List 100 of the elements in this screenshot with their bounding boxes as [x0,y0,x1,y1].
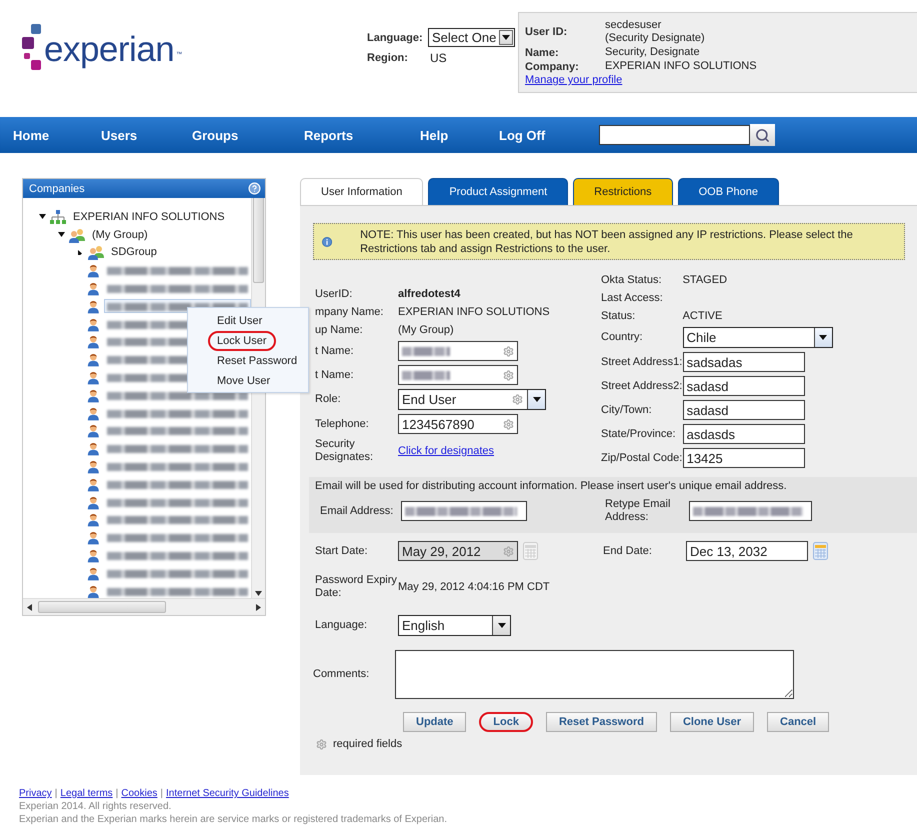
tree-item[interactable]: SDGroup [108,244,160,260]
tab[interactable]: User Information [300,178,424,205]
action-button[interactable]: Update [403,712,466,732]
field-label: Comments: [313,668,370,681]
user-icon [86,422,102,438]
tab[interactable]: OOB Phone [678,178,779,205]
profile-value: secdesuser [605,19,662,32]
menu-item[interactable]: Edit User [208,311,272,331]
scroll-thumb[interactable] [38,601,166,613]
nav-link[interactable]: Groups [192,128,304,142]
field-label: Street Address1: [601,356,683,368]
footer-link[interactable]: Privacy [19,788,52,799]
scroll-left-icon[interactable] [27,604,32,610]
action-button[interactable]: Lock [479,712,533,732]
field-value: STAGED [682,274,728,286]
language-select[interactable]: Select One [428,28,515,47]
language-label: Language: [367,32,424,44]
text-input[interactable]: asdasds [682,424,805,444]
calendar-icon[interactable] [813,542,828,560]
text-input[interactable] [398,341,518,361]
text-input[interactable]: sadasd [682,376,805,396]
field-value: (My Group) [398,324,454,336]
select-field[interactable]: Chile [682,327,833,348]
footer-text: Experian 2014. All rights reserved. [19,801,172,812]
field-label: Okta Status: [601,274,663,286]
email-note: Email will be used for distributing account information. Please insert user's unique email address. [315,480,788,492]
region-value: US [429,51,448,65]
field-label: Role: [315,393,342,406]
caret-icon [532,397,540,402]
tree-item[interactable]: (My Group) [89,226,151,243]
footer-link[interactable]: Cookies [121,788,158,799]
caret-icon [502,35,510,40]
email-input[interactable] [689,501,812,521]
email-input[interactable] [401,501,527,521]
expand-toggle-icon[interactable] [58,232,65,238]
footer-link[interactable]: Internet Security Guidelines [166,788,289,799]
menu-item[interactable]: Move User [208,371,280,391]
redacted-text [402,346,450,356]
nav-link[interactable]: Log Off [499,128,599,142]
field-value: EXPERIAN INFO SOLUTIONS [398,306,550,318]
text-input[interactable] [398,365,518,385]
logo-mark-icon [22,24,42,70]
footer-text: Experian and the Experian marks herein are service marks or registered trademarks of Experian. [19,814,448,825]
help-icon[interactable] [248,182,261,195]
field-label: t Name: [315,344,355,358]
date-input[interactable]: Dec 13, 2032 [686,541,808,561]
logo-text: experian [44,30,174,70]
select-field[interactable]: End User [398,389,546,410]
nav-link[interactable]: Help [420,128,499,142]
action-button[interactable]: Cancel [767,712,830,732]
expand-toggle-icon[interactable] [77,250,84,255]
action-button[interactable]: Reset Password [546,712,657,732]
footer-link[interactable]: Legal terms [60,788,113,799]
comments-field[interactable] [395,650,794,699]
separator: | [160,788,164,799]
field-value: May 29, 2012 4:04:16 PM CDT [398,581,550,593]
search-button[interactable] [750,124,775,146]
user-icon [86,280,102,296]
field-label: Last Access: [601,292,664,304]
language-select[interactable]: English [398,615,511,636]
tree-item[interactable]: EXPERIAN INFO SOLUTIONS [70,208,228,225]
field-label: Security Designates: [315,438,374,464]
tab[interactable]: Product Assignment [428,178,568,205]
group-icon [68,226,86,243]
field-label: Country: [601,331,644,344]
caret-icon [819,335,828,340]
user-icon [86,440,102,456]
scroll-down-icon[interactable] [255,591,262,596]
manage-profile-link[interactable]: Manage your profile [525,74,911,86]
field-label: mpany Name: [315,306,384,318]
search-field[interactable] [599,125,750,145]
text-input[interactable]: 1234567890 [398,414,518,434]
profile-value: EXPERIAN INFO SOLUTIONS [605,60,758,73]
menu-item[interactable]: Lock User [208,331,276,351]
scroll-right-icon[interactable] [256,604,261,610]
note-text: NOTE: This user has been created, but has NOT been assigned any IP restrictions. Please select the Restrictions tab and assign Restrictions to the user. [360,228,854,256]
field-label: Street Address2: [601,380,683,392]
field-label: Zip/Postal Code: [601,452,683,464]
text-input[interactable]: 13425 [682,448,805,468]
field-label: State/Province: [601,428,677,440]
separator: | [116,788,118,799]
separator: | [54,788,58,799]
field-label: Email Address: [319,504,394,518]
nav-link[interactable]: Users [101,128,192,142]
field-value: alfredotest4 [398,288,460,300]
nav-link[interactable]: Reports [304,128,420,142]
expand-toggle-icon[interactable] [39,214,46,220]
search-icon [755,128,770,142]
field-label: End Date: [603,544,653,558]
field-label: Status: [601,310,636,322]
horizontal-scrollbar[interactable] [23,598,265,615]
text-input[interactable]: sadasd [682,400,805,420]
nav-link[interactable]: Home [13,128,101,142]
menu-item[interactable]: Reset Password [208,351,306,371]
action-button[interactable]: Clone User [670,712,754,732]
designates-link[interactable]: Click for designates [398,445,494,457]
tab[interactable]: Restrictions [573,178,673,205]
user-icon [86,547,102,564]
user-icon [86,458,102,474]
text-input[interactable]: sadsadas [682,352,805,372]
